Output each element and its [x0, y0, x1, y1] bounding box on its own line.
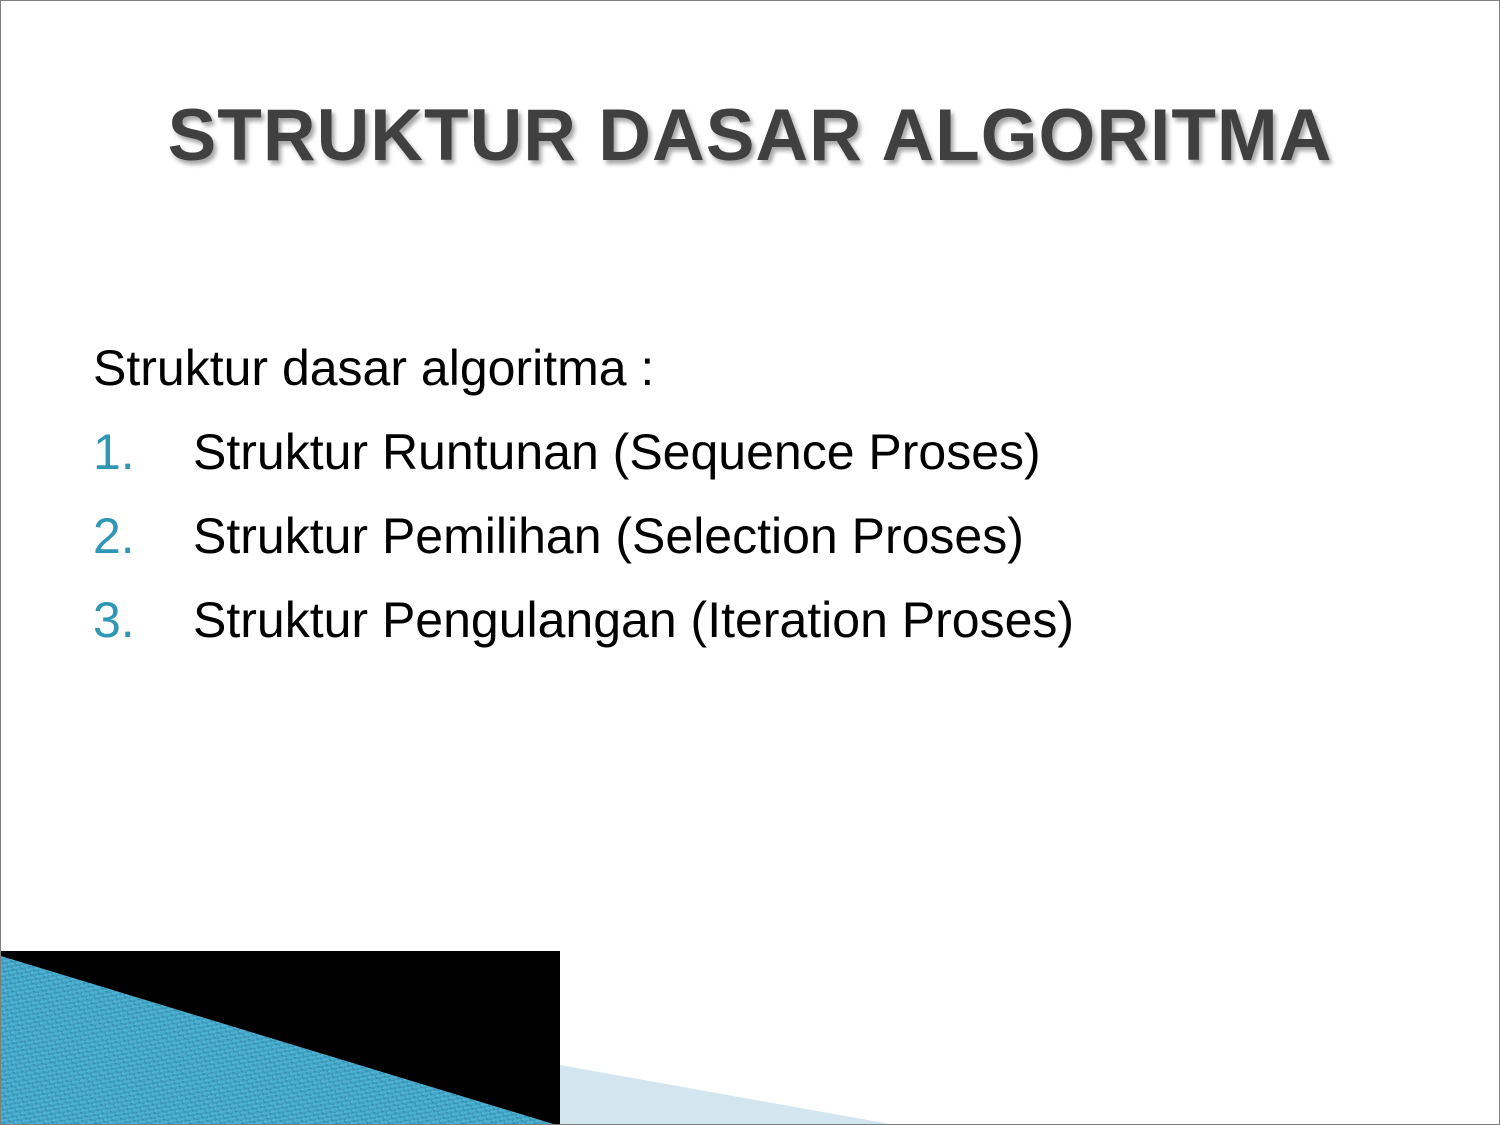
list-item-text: Struktur Pemilihan (Selection Proses)	[193, 508, 1024, 564]
slide-content: Struktur dasar algoritma : 1. Struktur Ru…	[93, 326, 1074, 662]
list-item-text: Struktur Runtunan (Sequence Proses)	[193, 424, 1041, 480]
list-item-number: 2.	[93, 508, 135, 564]
list-item: 1. Struktur Runtunan (Sequence Proses)	[93, 410, 1074, 494]
list-item-number: 1.	[93, 424, 135, 480]
list-item-text: Struktur Pengulangan (Iteration Proses)	[193, 592, 1075, 648]
blue-wedge	[1, 956, 554, 1124]
slide: STRUKTUR DASAR ALGORITMA Struktur dasar …	[0, 0, 1500, 1125]
intro-text: Struktur dasar algoritma :	[93, 340, 655, 396]
list-item: 3. Struktur Pengulangan (Iteration Proses…	[93, 578, 1074, 662]
list-item-number: 3.	[93, 592, 135, 648]
light-blue-wedge	[560, 1065, 890, 1124]
slide-title: STRUKTUR DASAR ALGORITMA	[167, 95, 1333, 176]
list-item: 2. Struktur Pemilihan (Selection Proses)	[93, 494, 1074, 578]
black-block	[1, 951, 560, 1124]
